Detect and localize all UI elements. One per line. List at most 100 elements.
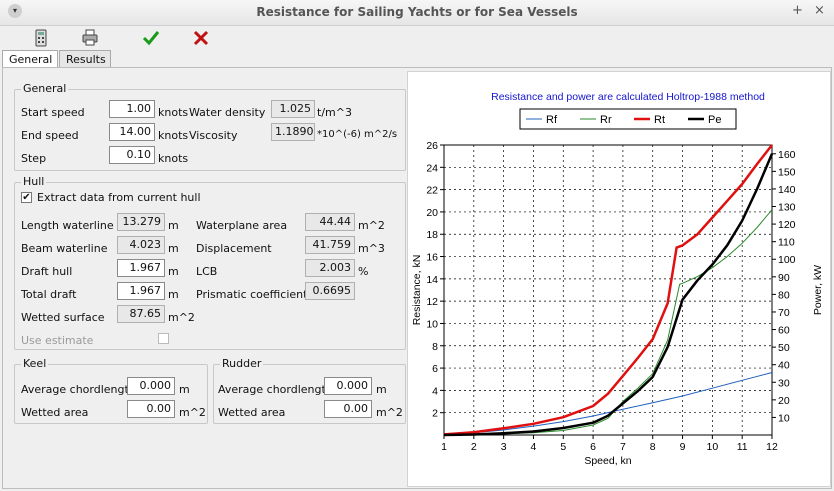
length-waterline-label: Length waterline xyxy=(21,219,114,232)
viscosity-unit: *10^(-6) m^2/s xyxy=(317,129,398,140)
y-tick-label: 18 xyxy=(426,229,438,241)
start-speed-input[interactable]: 1.00 xyxy=(109,100,155,118)
start-speed-unit: knots xyxy=(158,106,189,119)
legend-label-rf: Rf xyxy=(546,114,558,126)
start-speed-label: Start speed xyxy=(21,106,85,119)
y2-tick-label: 150 xyxy=(778,166,796,178)
lcb-value: 2.003 xyxy=(305,259,355,277)
rudder-group-title: Rudder xyxy=(220,357,264,370)
displacement-value: 41.759 xyxy=(305,236,355,254)
y2-tick-label: 20 xyxy=(778,395,790,407)
total-draft-label: Total draft xyxy=(21,288,77,301)
keel-wetted-area-label: Wetted area xyxy=(21,406,89,419)
x-tick-label: 1 xyxy=(441,441,447,453)
y2-tick-label: 10 xyxy=(778,412,790,424)
legend-label-rr: Rr xyxy=(600,114,612,126)
end-speed-unit: knots xyxy=(158,129,189,142)
y-tick-label: 4 xyxy=(432,385,438,397)
maximize-button[interactable]: + xyxy=(792,3,803,18)
resistance-chart-panel: Resistance and power are calculated Holt… xyxy=(407,71,831,487)
beam-waterline-unit: m xyxy=(168,242,179,255)
extract-data-checkbox[interactable]: ✔ xyxy=(21,192,32,203)
y-tick-label: 6 xyxy=(432,363,438,375)
extract-data-label: Extract data from current hull xyxy=(37,191,201,204)
y2-tick-label: 70 xyxy=(778,307,790,319)
y2-tick-label: 60 xyxy=(778,325,790,337)
tab-general[interactable]: General xyxy=(2,50,58,68)
beam-waterline-value: 4.023 xyxy=(117,236,165,254)
step-input[interactable]: 0.10 xyxy=(109,146,155,164)
viscosity-label: Viscosity xyxy=(189,129,238,142)
rudder-wetted-area-unit: m^2 xyxy=(376,406,403,419)
keel-wetted-area-unit: m^2 xyxy=(179,406,206,419)
x-tick-label: 12 xyxy=(766,441,778,453)
y-axis-label: Resistance, kN xyxy=(411,255,423,326)
x-tick-label: 2 xyxy=(471,441,477,453)
x-tick-label: 5 xyxy=(560,441,566,453)
waterplane-area-value: 44.44 xyxy=(305,213,355,231)
lcb-unit: % xyxy=(358,265,369,278)
series-line-rr xyxy=(443,209,773,436)
total-draft-input[interactable]: 1.967 xyxy=(117,282,165,300)
x-tick-label: 6 xyxy=(590,441,596,453)
end-speed-input[interactable]: 14.00 xyxy=(109,123,155,141)
keel-wetted-area-input[interactable]: 0.00 xyxy=(127,400,175,418)
y-tick-label: 24 xyxy=(426,162,438,174)
rudder-chordlength-unit: m xyxy=(376,383,387,396)
rudder-wetted-area-input[interactable]: 0.00 xyxy=(324,400,372,418)
x-tick-label: 10 xyxy=(707,441,719,453)
y2-tick-label: 80 xyxy=(778,289,790,301)
y2-tick-label: 120 xyxy=(778,219,796,231)
use-estimate-checkbox[interactable] xyxy=(158,333,169,344)
keel-chordlength-unit: m xyxy=(179,383,190,396)
keel-group: Keel Average chordlength 0.000 m Wetted … xyxy=(14,357,208,424)
rudder-chordlength-label: Average chordlength xyxy=(218,383,333,396)
window-title: Resistance for Sailing Yachts or for Sea… xyxy=(256,5,578,19)
draft-hull-unit: m xyxy=(168,265,179,278)
keel-chordlength-input[interactable]: 0.000 xyxy=(127,377,175,395)
x-tick-label: 4 xyxy=(531,441,537,453)
y-tick-label: 2 xyxy=(432,408,438,420)
y-tick-label: 16 xyxy=(426,252,438,264)
draft-hull-input[interactable]: 1.967 xyxy=(117,259,165,277)
end-speed-label: End speed xyxy=(21,129,79,142)
general-group-title: General xyxy=(21,82,69,95)
resistance-chart: Resistance and power are calculated Holt… xyxy=(411,91,824,467)
y2-tick-label: 140 xyxy=(778,184,796,196)
y-tick-label: 8 xyxy=(432,341,438,353)
y-tick-label: 10 xyxy=(426,318,438,330)
tab-results[interactable]: Results xyxy=(59,50,111,68)
y2-tick-label: 160 xyxy=(778,149,796,161)
waterplane-area-unit: m^2 xyxy=(358,219,385,232)
y-tick-label: 22 xyxy=(426,185,438,197)
step-label: Step xyxy=(21,152,47,165)
y-tick-label: 12 xyxy=(426,296,438,308)
rudder-wetted-area-label: Wetted area xyxy=(218,406,286,419)
y2-tick-label: 130 xyxy=(778,202,796,214)
x-tick-label: 3 xyxy=(501,441,507,453)
displacement-unit: m^3 xyxy=(358,242,385,255)
length-waterline-value: 13.279 xyxy=(117,213,165,231)
rudder-chordlength-input[interactable]: 0.000 xyxy=(324,377,372,395)
series-line-rf xyxy=(443,372,773,435)
legend-label-pe: Pe xyxy=(708,114,721,126)
printer-icon[interactable] xyxy=(80,28,100,48)
plot-frame xyxy=(443,144,773,436)
legend-label-rt: Rt xyxy=(654,114,665,126)
prismatic-value: 0.6695 xyxy=(305,282,355,300)
prismatic-label: Prismatic coefficient xyxy=(196,288,308,301)
beam-waterline-label: Beam waterline xyxy=(21,242,108,255)
keel-group-title: Keel xyxy=(21,357,49,370)
toolbar xyxy=(0,26,834,50)
check-icon[interactable] xyxy=(141,28,161,48)
total-draft-unit: m xyxy=(168,288,179,301)
cross-icon[interactable] xyxy=(191,28,211,48)
close-window-button[interactable]: × xyxy=(814,3,825,18)
y2-tick-label: 50 xyxy=(778,342,790,354)
x-tick-label: 9 xyxy=(680,441,686,453)
y2-tick-label: 90 xyxy=(778,272,790,284)
wetted-surface-value: 87.65 xyxy=(117,305,165,323)
calculator-icon[interactable] xyxy=(31,28,51,48)
y-tick-label: 26 xyxy=(426,140,438,152)
hull-group-title: Hull xyxy=(21,175,47,188)
